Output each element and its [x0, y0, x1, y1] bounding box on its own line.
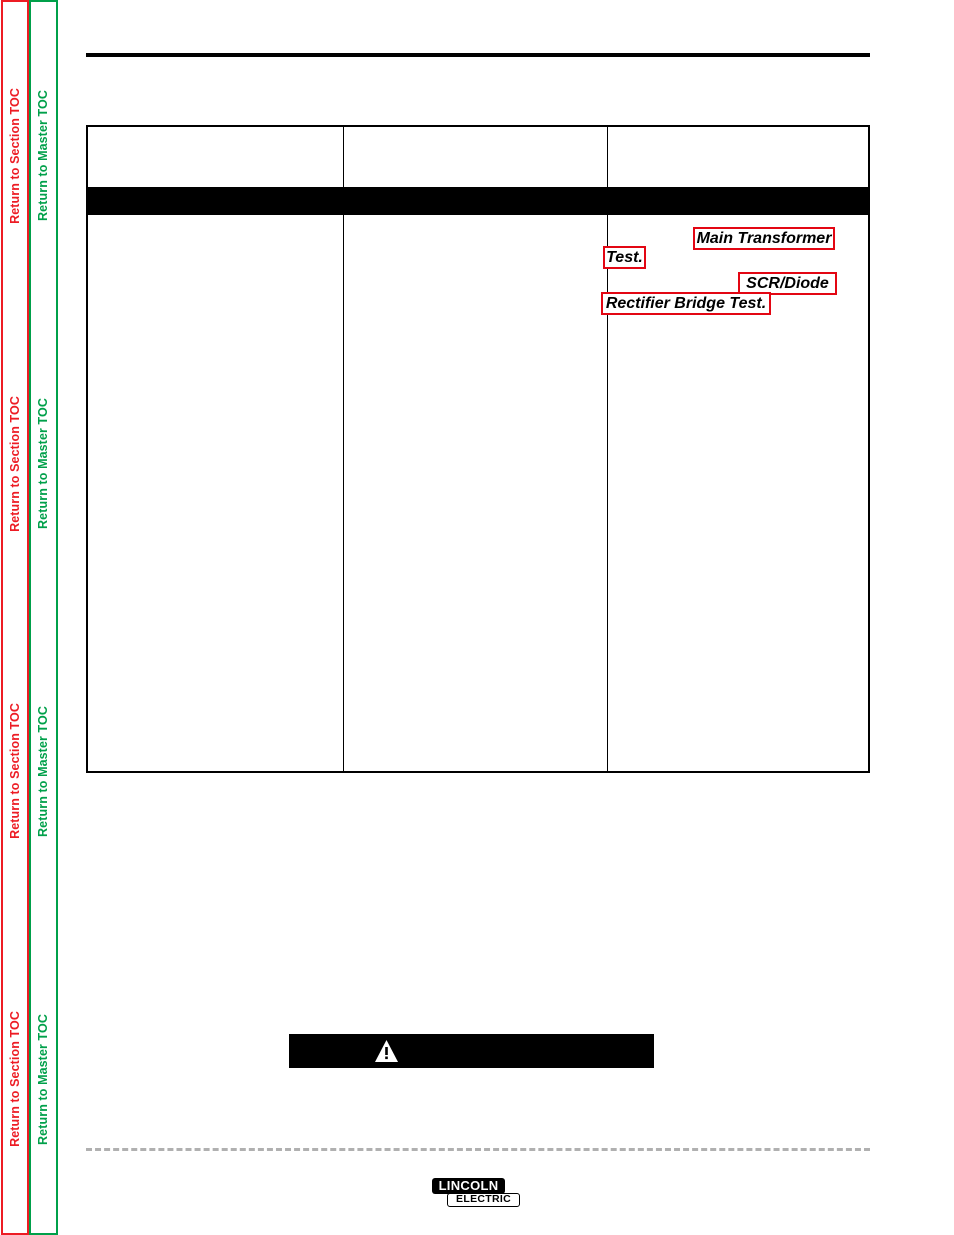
return-to-section-toc-link[interactable]: Return to Section TOC [8, 396, 22, 532]
return-to-section-toc-link[interactable]: Return to Section TOC [8, 1011, 22, 1147]
link-rectifier-bridge-test[interactable]: Rectifier Bridge Test. [601, 292, 771, 315]
section-toc-rail[interactable]: Return to Section TOC Return to Section … [1, 0, 29, 1235]
table-header-cell-cause [344, 127, 608, 187]
table-cell-cause [344, 215, 608, 771]
return-to-master-toc-link[interactable]: Return to Master TOC [36, 398, 50, 529]
document-page: Main Transformer Test. SCR/Diode Rectifi… [58, 0, 954, 1235]
footer-dashed-separator [86, 1148, 870, 1151]
table-header-cell-action [608, 127, 868, 187]
return-to-section-toc-link[interactable]: Return to Section TOC [8, 88, 22, 224]
return-to-master-toc-link[interactable]: Return to Master TOC [36, 90, 50, 221]
band-cell-c [608, 187, 868, 215]
return-to-master-toc-link[interactable]: Return to Master TOC [36, 706, 50, 837]
table-section-band [88, 187, 868, 215]
table-header-cell-problems [88, 127, 344, 187]
warning-triangle-icon [375, 1040, 398, 1062]
return-to-master-toc-link[interactable]: Return to Master TOC [36, 1014, 50, 1145]
lincoln-electric-logo: LINCOLN ELECTRIC [432, 1178, 522, 1209]
return-to-section-toc-link[interactable]: Return to Section TOC [8, 703, 22, 839]
table-cell-problems [88, 215, 344, 771]
troubleshooting-table [86, 125, 870, 773]
warning-banner [289, 1034, 654, 1068]
table-header-row [88, 127, 868, 188]
link-main-transformer-test[interactable]: Main Transformer [693, 227, 835, 250]
logo-electric-wordmark: ELECTRIC [447, 1193, 520, 1207]
master-toc-rail[interactable]: Return to Master TOC Return to Master TO… [29, 0, 58, 1235]
logo-lincoln-wordmark: LINCOLN [432, 1178, 505, 1194]
page-header-rule [86, 53, 870, 57]
link-test[interactable]: Test. [603, 246, 646, 269]
band-cell-b [344, 187, 608, 215]
band-cell-a [88, 187, 344, 215]
